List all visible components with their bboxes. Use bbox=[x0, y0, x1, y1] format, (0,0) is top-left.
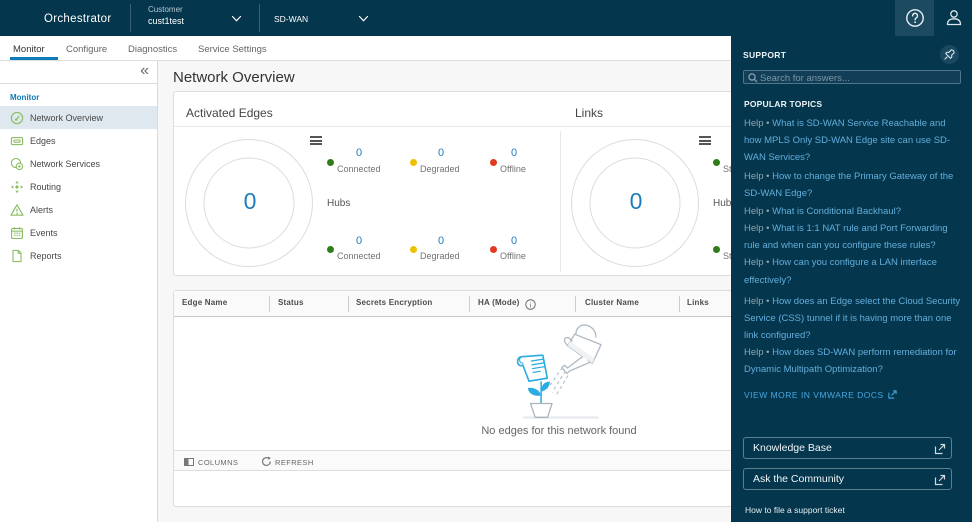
svg-text:0: 0 bbox=[244, 188, 257, 214]
svg-text:i: i bbox=[530, 300, 532, 309]
svg-text:0: 0 bbox=[630, 188, 643, 214]
